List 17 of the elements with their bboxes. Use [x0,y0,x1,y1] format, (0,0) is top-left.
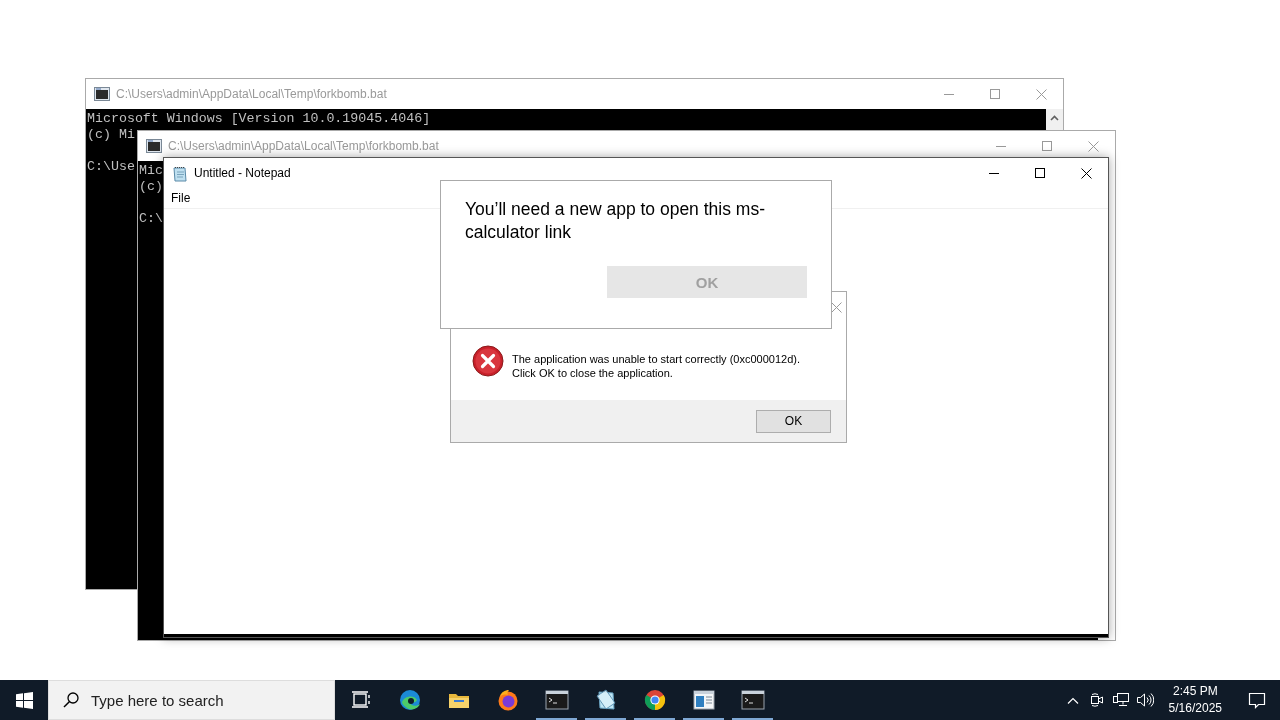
window-title: C:\Users\admin\AppData\Local\Temp\forkbomb.bat [116,87,388,101]
clock-date[interactable]: 5/16/2025 [1168,700,1222,717]
menu-item[interactable]: File [165,191,197,205]
window-title: C:\Users\admin\AppData\Local\Temp\forkbomb.bat [168,139,440,153]
ok-button[interactable]: OK [756,409,831,433]
console-line: Microsoft Windows [Version 10.0.19045.4046] [87,111,431,127]
window-title: Untitled - Notepad [194,166,292,180]
console-line: Mic [139,163,163,179]
search-field[interactable]: Type here to search [48,680,335,720]
console-line: C:\Use [87,159,135,175]
error-message: The application was unable to start correctly (0xc000012d). Click OK to close the application. [512,353,800,380]
console-line: (c) Mi [87,127,135,143]
clock-time[interactable]: 2:45 PM [1172,683,1218,700]
search-input[interactable]: Type here to search [89,690,313,710]
console-line: C:\ [139,211,163,227]
console-line: (c) [139,179,163,195]
dialog-message: You’ll need a new app to open this ms-calculator link [465,198,765,244]
